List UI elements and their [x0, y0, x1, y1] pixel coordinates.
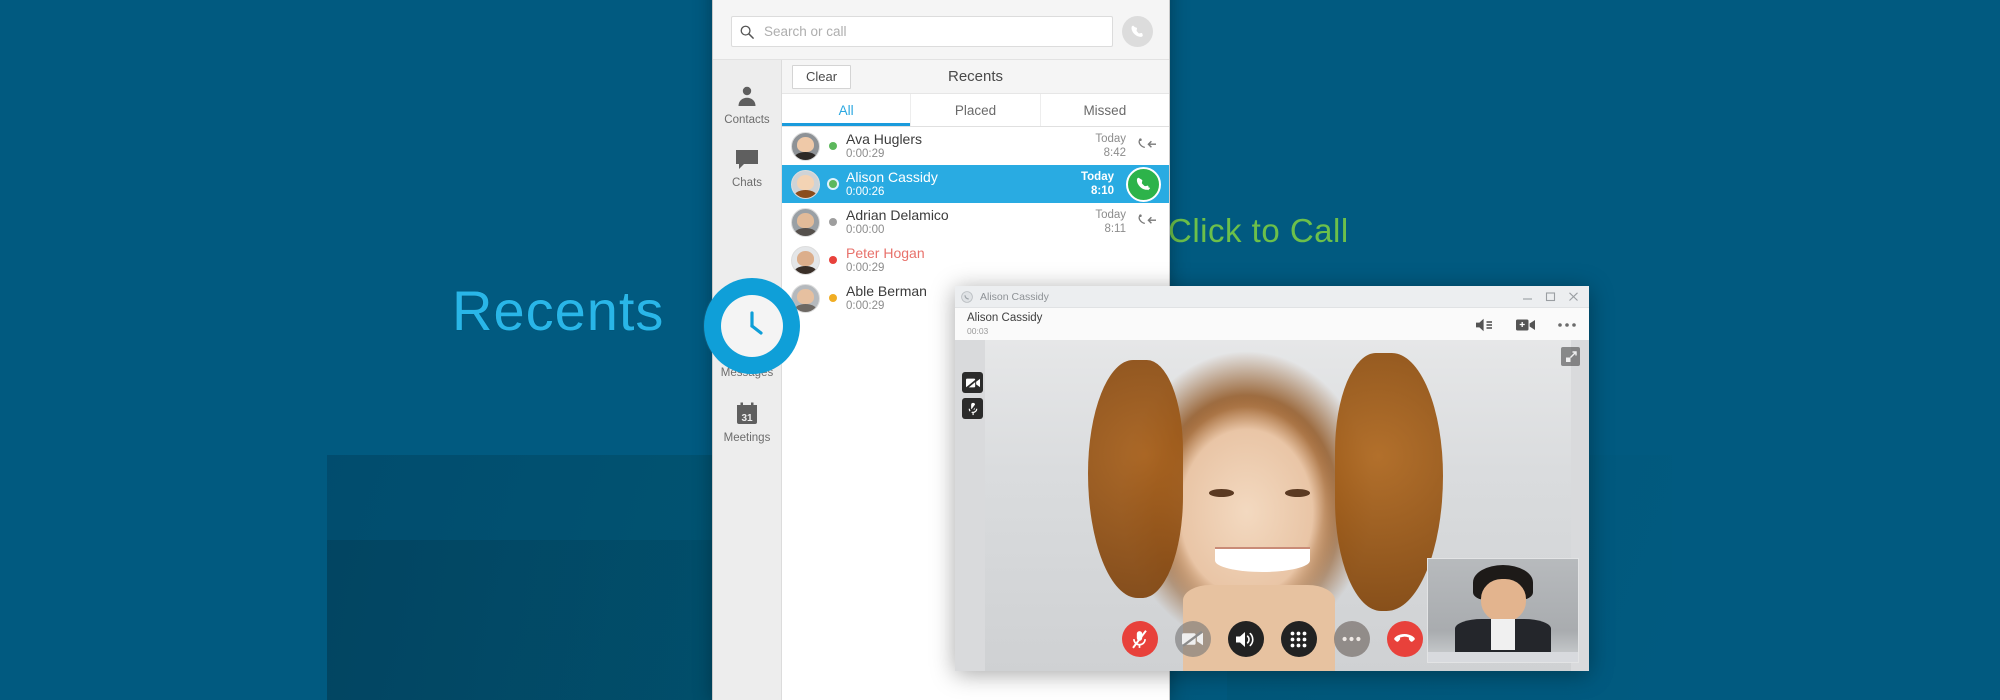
presence-dot: [829, 142, 837, 150]
call-date: Today: [1095, 133, 1126, 145]
video-off-badge-icon[interactable]: [962, 372, 983, 393]
contact-name: Peter Hogan: [846, 245, 925, 261]
minimize-icon[interactable]: [1522, 291, 1533, 302]
sidebar-item-label: Meetings: [723, 432, 771, 444]
call-duration: 0:00:29: [846, 147, 885, 160]
phone-handset-icon: [1136, 177, 1151, 190]
tab-placed[interactable]: Placed: [911, 94, 1041, 126]
tab-all[interactable]: All: [782, 94, 912, 126]
end-call-button[interactable]: [1386, 621, 1423, 657]
call-time: 8:10: [1090, 185, 1114, 197]
video-window-titlebar[interactable]: Alison Cassidy: [955, 286, 1589, 308]
annotation-recents-label: Recents: [452, 279, 665, 342]
maximize-icon[interactable]: [1545, 291, 1556, 302]
video-window-title: Alison Cassidy: [980, 290, 1049, 303]
phone-handset-icon: [1130, 24, 1146, 40]
speaker-button[interactable]: [1227, 621, 1264, 657]
call-time: 8:11: [1104, 223, 1126, 235]
table-row[interactable]: Adrian Delamico 0:00:00 Today 8:11: [782, 203, 1169, 241]
contact-name: Alison Cassidy: [846, 169, 938, 185]
clear-button[interactable]: Clear: [792, 64, 852, 89]
call-duration: 0:00:00: [846, 223, 885, 236]
call-date: Today: [1095, 209, 1126, 221]
sidebar-item-label: Chats: [731, 177, 763, 189]
subheader-icons: [1476, 318, 1577, 332]
more-button[interactable]: [1333, 621, 1370, 657]
video-button[interactable]: [1174, 621, 1211, 657]
sidebar-item-chats[interactable]: Chats: [713, 137, 781, 200]
share-video-icon[interactable]: [1516, 318, 1535, 332]
close-icon[interactable]: [1568, 291, 1579, 302]
call-timer: 00:03: [967, 326, 989, 336]
avatar: [791, 169, 820, 199]
calendar-31-icon: 31: [735, 402, 759, 426]
call-party-info: Alison Cassidy 00:03: [967, 312, 1042, 337]
volume-icon[interactable]: [1476, 318, 1494, 332]
recents-tabs: All Placed Missed: [782, 94, 1169, 127]
jabber-header: Available San Jose: [713, 0, 1169, 59]
row-text: Adrian Delamico 0:00:00: [846, 208, 1086, 237]
row-text: Ava Huglers 0:00:29: [846, 132, 1086, 161]
sidebar-item-label: Contacts: [724, 114, 770, 126]
contacts-person-icon: [735, 84, 759, 108]
presence-dot: [829, 180, 837, 188]
svg-text:31: 31: [741, 413, 753, 424]
header-call-button[interactable]: [1122, 16, 1153, 47]
call-date: Today: [1080, 171, 1114, 183]
window-buttons: [1522, 291, 1583, 302]
row-text: Peter Hogan 0:00:29: [846, 246, 1117, 275]
row-text: Alison Cassidy 0:00:26: [846, 170, 1072, 199]
panel-toolbar: Clear Recents: [782, 60, 1169, 94]
table-row[interactable]: Ava Huglers 0:00:29 Today 8:42: [782, 127, 1169, 165]
expand-window-icon[interactable]: [1561, 347, 1580, 366]
search-icon: [740, 25, 754, 39]
contact-name: Ava Huglers: [846, 131, 923, 147]
presence-dot: [829, 294, 837, 302]
recents-highlight-badge[interactable]: [704, 278, 800, 374]
profile-row[interactable]: Available San Jose: [713, 0, 1169, 10]
presence-dot: [829, 218, 837, 226]
keypad-button[interactable]: [1280, 621, 1317, 657]
table-row[interactable]: Peter Hogan 0:00:29: [782, 241, 1169, 279]
video-stage: [955, 340, 1589, 671]
call-duration: 0:00:26: [846, 185, 885, 198]
sidebar-item-meetings[interactable]: 31 Meetings: [713, 390, 781, 455]
green-call-button[interactable]: [1126, 166, 1161, 202]
call-timestamp: Today 8:11: [1095, 208, 1126, 236]
call-duration: 0:00:29: [846, 261, 885, 274]
search-row: [713, 10, 1169, 59]
presence-dot: [829, 256, 837, 264]
call-party-name: Alison Cassidy: [967, 312, 1043, 324]
contact-name: Adrian Delamico: [846, 207, 949, 223]
mic-off-badge-icon[interactable]: [962, 398, 983, 419]
avatar: [791, 207, 820, 237]
annotation-click-to-call-label: Click to Call: [1168, 212, 1349, 249]
video-call-subheader: Alison Cassidy 00:03: [955, 308, 1589, 342]
sidebar-item-contacts[interactable]: Contacts: [713, 72, 781, 137]
more-options-icon[interactable]: [1557, 322, 1577, 328]
jabber-app-icon: [961, 290, 973, 303]
avatar: [791, 245, 820, 275]
video-call-window: Alison Cassidy Alison Cassidy 00:03: [955, 286, 1589, 671]
incoming-call-arrow-icon: [1135, 214, 1161, 230]
clock-icon: [721, 295, 783, 357]
chat-bubble-icon: [735, 149, 759, 171]
call-timestamp: Today 8:42: [1095, 132, 1126, 160]
mute-button[interactable]: [1121, 621, 1158, 657]
search-box[interactable]: [731, 16, 1113, 47]
incoming-call-arrow-icon: [1135, 138, 1161, 154]
left-nav-rail: Contacts Chats Voice Messages 31: [713, 60, 782, 700]
call-time: 8:42: [1103, 147, 1126, 159]
search-input[interactable]: [762, 23, 1104, 40]
call-timestamp: Today 8:10: [1081, 170, 1114, 198]
tab-missed[interactable]: Missed: [1040, 94, 1169, 126]
self-view-thumbnail[interactable]: [1427, 558, 1579, 663]
avatar: [791, 131, 820, 161]
table-row[interactable]: Alison Cassidy 0:00:26 Today 8:10: [782, 165, 1169, 203]
